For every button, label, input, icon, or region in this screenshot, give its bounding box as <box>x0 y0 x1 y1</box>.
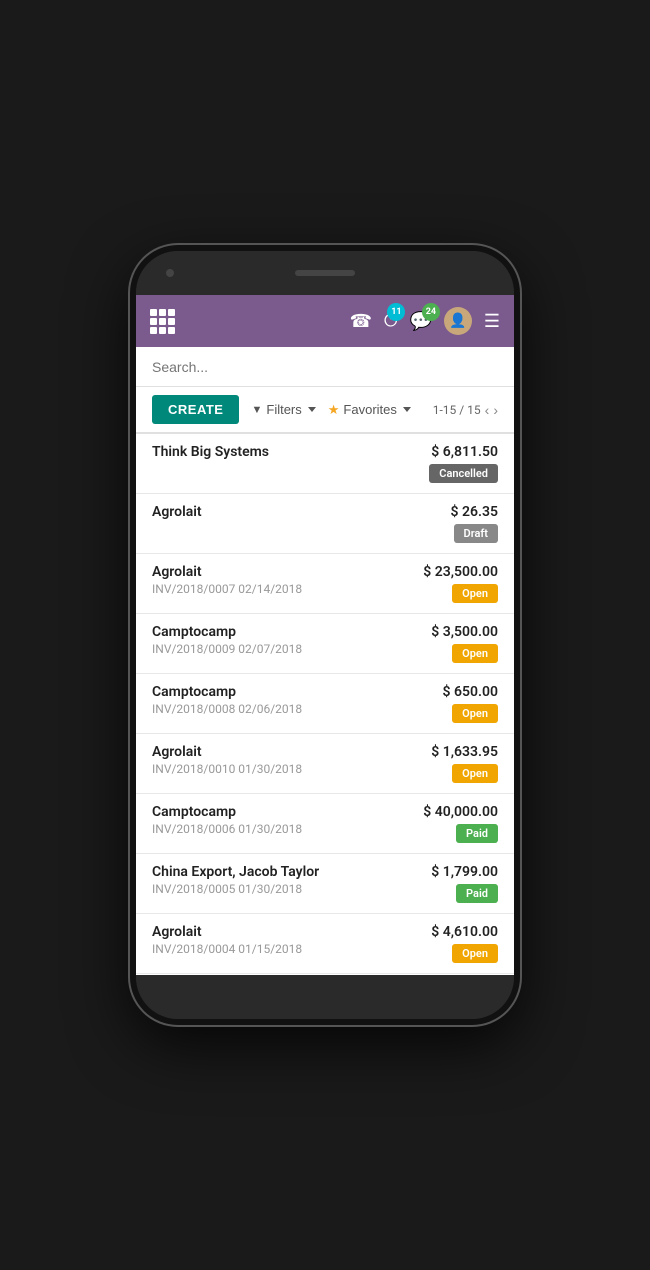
invoice-company: Agrolait <box>152 924 302 940</box>
hamburger-menu-icon[interactable]: ☰ <box>484 311 500 332</box>
apps-menu-icon[interactable] <box>150 309 175 334</box>
avatar[interactable]: 👤 <box>444 307 472 335</box>
invoice-right: $ 23,500.00 Open <box>423 564 498 603</box>
toolbar: CREATE ▼ Filters ★ Favorites 1-15 / 15 ‹… <box>136 387 514 434</box>
pagination-next-button[interactable]: › <box>493 402 498 418</box>
status-badge: Paid <box>456 824 498 843</box>
filters-label: Filters <box>266 402 301 417</box>
phone-device: ☎ ⏻ 11 💬 24 👤 ☰ CREATE <box>130 245 520 1025</box>
invoice-amount: $ 1,799.00 <box>431 864 498 880</box>
invoice-company: Camptocamp <box>152 684 302 700</box>
invoice-meta: INV/2018/0009 02/07/2018 <box>152 642 302 656</box>
favorites-button[interactable]: ★ Favorites <box>328 402 411 418</box>
timer-icon[interactable]: ⏻ 11 <box>384 311 397 331</box>
front-camera <box>166 269 174 277</box>
invoice-meta: INV/2018/0010 01/30/2018 <box>152 762 302 776</box>
status-badge: Paid <box>456 884 498 903</box>
invoice-right: $ 1,799.00 Paid <box>431 864 498 903</box>
invoice-right: $ 650.00 Open <box>443 684 498 723</box>
invoice-company: China Export, Jacob Taylor <box>152 864 319 880</box>
invoice-right: $ 40,000.00 Paid <box>423 804 498 843</box>
invoice-company: Camptocamp <box>152 804 302 820</box>
invoice-list: Think Big Systems $ 6,811.50 Cancelled Agro… <box>136 434 514 975</box>
filter-icon: ▼ <box>251 404 262 416</box>
invoice-amount: $ 23,500.00 <box>423 564 498 580</box>
status-badge: Open <box>452 764 498 783</box>
invoice-amount: $ 4,610.00 <box>431 924 498 940</box>
status-badge: Open <box>452 584 498 603</box>
invoice-company: Agrolait <box>152 504 202 520</box>
invoice-item[interactable]: Agrolait INV/2018/0010 01/30/2018 $ 1,633.… <box>136 734 514 794</box>
invoice-meta: INV/2018/0008 02/06/2018 <box>152 702 302 716</box>
phone-bottom-bar <box>136 975 514 1019</box>
phone-icon[interactable]: ☎ <box>350 311 372 332</box>
invoice-left: Agrolait INV/2018/0010 01/30/2018 <box>152 744 302 776</box>
invoice-right: $ 26.35 Draft <box>451 504 498 543</box>
pagination-text: 1-15 / 15 <box>433 403 481 417</box>
star-icon: ★ <box>328 402 340 418</box>
invoice-left: Camptocamp INV/2018/0006 01/30/2018 <box>152 804 302 836</box>
favorites-chevron-icon <box>403 407 411 412</box>
phone-top-bar <box>136 251 514 295</box>
speaker <box>295 270 355 276</box>
invoice-item[interactable]: Agrolait INV/2018/0007 02/14/2018 $ 23,500… <box>136 554 514 614</box>
invoice-right: $ 1,633.95 Open <box>431 744 498 783</box>
invoice-meta: INV/2018/0005 01/30/2018 <box>152 882 319 896</box>
chat-icon[interactable]: 💬 24 <box>409 311 431 332</box>
invoice-meta: INV/2018/0006 01/30/2018 <box>152 822 302 836</box>
invoice-left: Agrolait INV/2018/0007 02/14/2018 <box>152 564 302 596</box>
invoice-company: Camptocamp <box>152 624 302 640</box>
pagination-prev-button[interactable]: ‹ <box>485 402 490 418</box>
invoice-left: Camptocamp INV/2018/0008 02/06/2018 <box>152 684 302 716</box>
chat-badge: 24 <box>422 303 440 321</box>
invoice-item[interactable]: Camptocamp INV/2018/0008 02/06/2018 $ 650.… <box>136 674 514 734</box>
search-input[interactable] <box>152 359 498 375</box>
invoice-right: $ 4,610.00 Open <box>431 924 498 963</box>
status-badge: Open <box>452 644 498 663</box>
invoice-left: Agrolait INV/2018/0004 01/15/2018 <box>152 924 302 956</box>
invoice-item[interactable]: Agrolait $ 26.35 Draft <box>136 494 514 554</box>
timer-badge: 11 <box>387 303 405 321</box>
invoice-item[interactable]: Camptocamp INV/2018/0006 01/30/2018 $ 40,0… <box>136 794 514 854</box>
status-badge: Cancelled <box>429 464 498 483</box>
invoice-amount: $ 26.35 <box>451 504 498 520</box>
filters-chevron-icon <box>308 407 316 412</box>
invoice-amount: $ 650.00 <box>443 684 498 700</box>
invoice-left: China Export, Jacob Taylor INV/2018/0005 … <box>152 864 319 896</box>
invoice-company: Agrolait <box>152 744 302 760</box>
invoice-company: Think Big Systems <box>152 444 269 460</box>
invoice-right: $ 3,500.00 Open <box>431 624 498 663</box>
invoice-item[interactable]: Camptocamp INV/2018/0009 02/07/2018 $ 3,50… <box>136 614 514 674</box>
search-bar <box>136 347 514 387</box>
status-badge: Open <box>452 944 498 963</box>
invoice-left: Agrolait <box>152 504 202 522</box>
invoice-amount: $ 3,500.00 <box>431 624 498 640</box>
invoice-company: Agrolait <box>152 564 302 580</box>
invoice-right: $ 6,811.50 Cancelled <box>429 444 498 483</box>
create-button[interactable]: CREATE <box>152 395 239 424</box>
invoice-item[interactable]: China Export, Jacob Taylor INV/2018/0005 … <box>136 854 514 914</box>
invoice-amount: $ 1,633.95 <box>431 744 498 760</box>
invoice-amount: $ 40,000.00 <box>423 804 498 820</box>
status-badge: Open <box>452 704 498 723</box>
nav-bar: ☎ ⏻ 11 💬 24 👤 ☰ <box>136 295 514 347</box>
invoice-amount: $ 6,811.50 <box>431 444 498 460</box>
invoice-item[interactable]: Think Big Systems $ 6,811.50 Cancelled <box>136 434 514 494</box>
filters-button[interactable]: ▼ Filters <box>251 402 315 417</box>
pagination: 1-15 / 15 ‹ › <box>433 402 498 418</box>
invoice-left: Think Big Systems <box>152 444 269 462</box>
invoice-meta: INV/2018/0004 01/15/2018 <box>152 942 302 956</box>
favorites-label: Favorites <box>343 402 396 417</box>
status-badge: Draft <box>454 524 498 543</box>
phone-screen: ☎ ⏻ 11 💬 24 👤 ☰ CREATE <box>136 295 514 975</box>
invoice-left: Camptocamp INV/2018/0009 02/07/2018 <box>152 624 302 656</box>
invoice-meta: INV/2018/0007 02/14/2018 <box>152 582 302 596</box>
invoice-item[interactable]: Agrolait INV/2018/0004 01/15/2018 $ 4,610.… <box>136 914 514 974</box>
